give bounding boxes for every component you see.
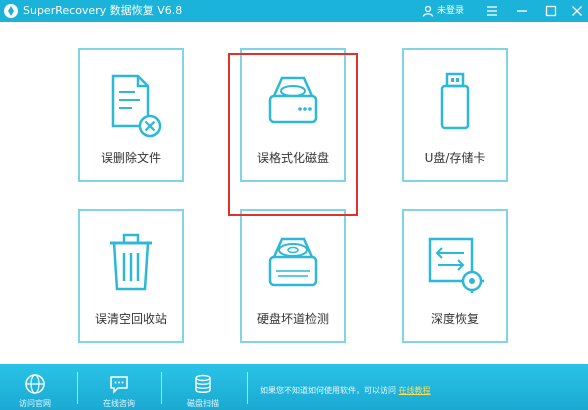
notice-text: 如果您不知道如何使用软件，可以访问 bbox=[260, 386, 396, 395]
maximize-icon[interactable] bbox=[543, 3, 559, 19]
card-label: 硬盘坏道检测 bbox=[256, 312, 329, 326]
login-button[interactable]: 未登录 bbox=[422, 3, 464, 19]
usb-drive-icon bbox=[440, 72, 470, 130]
footer-label: 在线咨询 bbox=[103, 399, 135, 408]
footer-notice: 如果您不知道如何使用软件，可以访问 在线教程 bbox=[260, 386, 431, 396]
window-title: SuperRecovery 数据恢复 V6.8 bbox=[23, 4, 183, 17]
formatted-disk-icon bbox=[268, 76, 318, 124]
footer-label: 访问官网 bbox=[19, 399, 51, 408]
footer-bar: 访问官网 在线咨询 磁盘扫描 如果您不知道如何使用软件，可以访问 在线教程 bbox=[0, 364, 588, 410]
card-label: 误清空回收站 bbox=[94, 312, 167, 326]
chat-icon bbox=[110, 376, 128, 394]
deep-recovery-icon bbox=[428, 237, 484, 293]
title-bar: SuperRecovery 数据恢复 V6.8 未登录 bbox=[0, 0, 588, 22]
close-icon[interactable] bbox=[569, 3, 585, 19]
user-icon bbox=[422, 5, 434, 17]
footer-divider bbox=[161, 372, 162, 404]
footer-disk-scan[interactable]: 磁盘扫描 bbox=[173, 364, 233, 410]
database-icon bbox=[195, 374, 211, 393]
card-recycle-bin[interactable]: 误清空回收站 bbox=[78, 209, 184, 343]
footer-divider bbox=[247, 372, 248, 404]
footer-divider bbox=[77, 372, 78, 404]
card-deleted-file[interactable]: 误删除文件 bbox=[78, 48, 184, 182]
menu-icon[interactable] bbox=[484, 3, 500, 19]
card-label: U盘/存储卡 bbox=[424, 151, 486, 165]
card-formatted-disk[interactable]: 误格式化磁盘 bbox=[240, 48, 346, 182]
main-panel: 误删除文件 误格式化磁盘 U盘/存储卡 误清空回收站 硬盘坏道检测 深度恢复 bbox=[0, 22, 588, 364]
footer-visit-website[interactable]: 访问官网 bbox=[5, 364, 65, 410]
card-label: 误删除文件 bbox=[100, 151, 161, 165]
footer-online-consult[interactable]: 在线咨询 bbox=[89, 364, 149, 410]
login-label: 未登录 bbox=[437, 6, 465, 16]
card-label: 误格式化磁盘 bbox=[256, 151, 329, 165]
bad-sector-disk-icon bbox=[268, 237, 318, 287]
card-usb-drive[interactable]: U盘/存储卡 bbox=[402, 48, 508, 182]
tutorial-link[interactable]: 在线教程 bbox=[399, 386, 431, 395]
card-bad-sector-check[interactable]: 硬盘坏道检测 bbox=[240, 209, 346, 343]
globe-icon bbox=[25, 374, 45, 394]
app-logo-icon bbox=[4, 4, 18, 18]
footer-label: 磁盘扫描 bbox=[187, 399, 219, 408]
card-label: 深度恢复 bbox=[430, 312, 479, 326]
minimize-icon[interactable] bbox=[514, 3, 530, 19]
deleted-file-icon bbox=[111, 74, 162, 138]
recycle-bin-icon bbox=[110, 233, 152, 291]
card-deep-recovery[interactable]: 深度恢复 bbox=[402, 209, 508, 343]
